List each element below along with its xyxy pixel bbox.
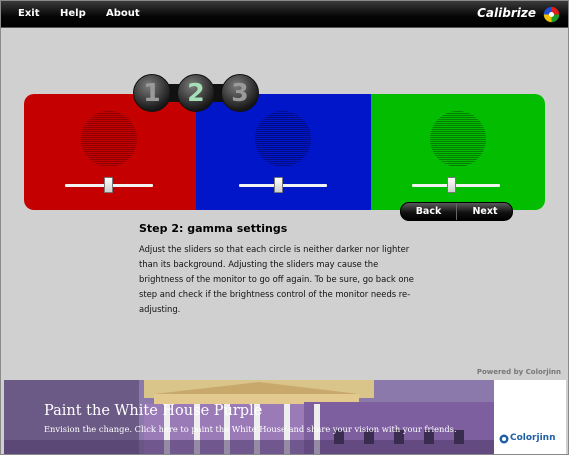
red-gamma-circle — [81, 111, 137, 167]
colorjinn-logo-icon — [499, 434, 509, 444]
banner-ad: Paint the White House Purple Envision th… — [4, 380, 566, 454]
step-title: Step 2: gamma settings — [139, 222, 288, 235]
nav-buttons: Back Next — [400, 202, 513, 221]
menu-exit[interactable]: Exit — [18, 8, 40, 19]
step-3-button[interactable]: 3 — [221, 74, 259, 112]
menu-about[interactable]: About — [106, 8, 140, 19]
brand-name: Calibrize — [477, 6, 536, 20]
calibrize-window: Exit Help About Calibrize 1 2 3 Back Nex… — [0, 0, 569, 455]
colorjinn-logo-text: Colorjinn — [510, 433, 556, 443]
green-swatch — [371, 94, 545, 210]
next-button[interactable]: Next — [458, 203, 512, 220]
blue-gamma-circle — [255, 111, 311, 167]
green-slider[interactable] — [412, 184, 500, 187]
blue-slider[interactable] — [239, 184, 327, 187]
menu-bar: Exit Help About Calibrize — [1, 1, 568, 28]
banner-ad-title: Paint the White House Purple — [44, 403, 263, 419]
back-button[interactable]: Back — [401, 203, 457, 220]
menu-help[interactable]: Help — [60, 8, 86, 19]
red-slider-handle[interactable] — [104, 177, 113, 193]
colorjinn-logo[interactable]: Colorjinn — [499, 431, 565, 447]
calibrize-logo-icon — [543, 6, 560, 23]
step-1-button[interactable]: 1 — [133, 74, 171, 112]
step-instructions: Adjust the sliders so that each circle i… — [139, 244, 414, 315]
blue-slider-handle[interactable] — [273, 177, 283, 193]
color-test-panel — [24, 94, 545, 210]
step-indicator: 1 2 3 — [133, 74, 259, 112]
banner-ad-link[interactable]: Paint the White House Purple Envision th… — [4, 380, 494, 454]
banner-ad-subtitle: Envision the change. Click here to paint… — [44, 424, 457, 434]
green-slider-handle[interactable] — [446, 177, 456, 193]
powered-by-label: Powered by Colorjinn — [476, 368, 561, 376]
step-2-button[interactable]: 2 — [177, 74, 215, 112]
green-gamma-circle — [430, 111, 486, 167]
